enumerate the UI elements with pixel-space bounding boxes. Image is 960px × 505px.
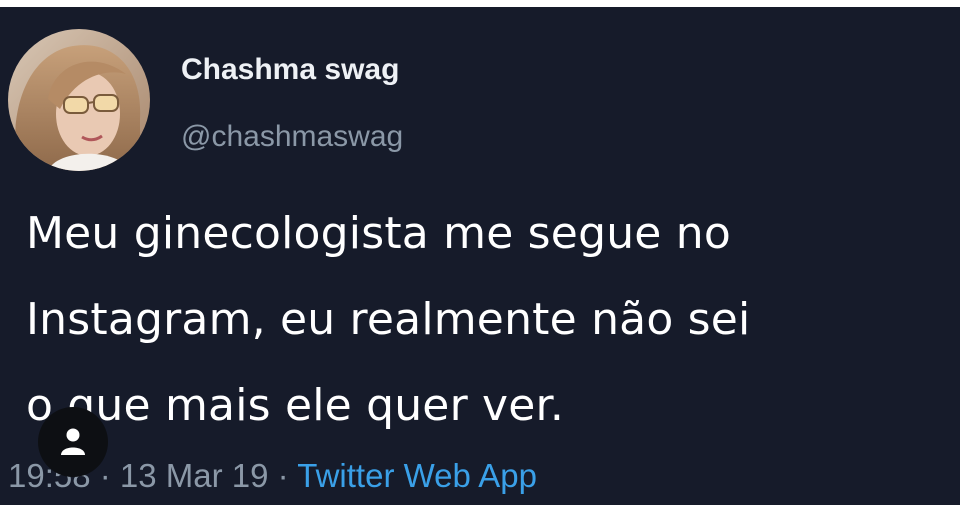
tweet-text-line: Instagram, eu realmente não sei bbox=[26, 294, 751, 345]
user-handle[interactable]: @chashmaswag bbox=[181, 120, 403, 154]
tweet-source-link[interactable]: Twitter Web App bbox=[297, 457, 537, 494]
tweet-text: Meu ginecologista me segue no Instagram,… bbox=[26, 191, 951, 449]
tweet-text-line: Meu ginecologista me segue no bbox=[26, 208, 731, 259]
user-overlay-button[interactable] bbox=[38, 407, 108, 477]
display-name[interactable]: Chashma swag bbox=[181, 53, 399, 87]
tweet-date[interactable]: 13 Mar 19 bbox=[120, 457, 269, 494]
tweet-card: Chashma swag @chashmaswag Meu ginecologi… bbox=[0, 7, 960, 505]
user-icon bbox=[61, 428, 85, 455]
avatar[interactable] bbox=[8, 29, 150, 171]
tweet-text-line: o que mais ele quer ver. bbox=[26, 380, 564, 431]
meta-separator: · bbox=[268, 457, 298, 494]
profile-photo-icon bbox=[8, 29, 150, 171]
